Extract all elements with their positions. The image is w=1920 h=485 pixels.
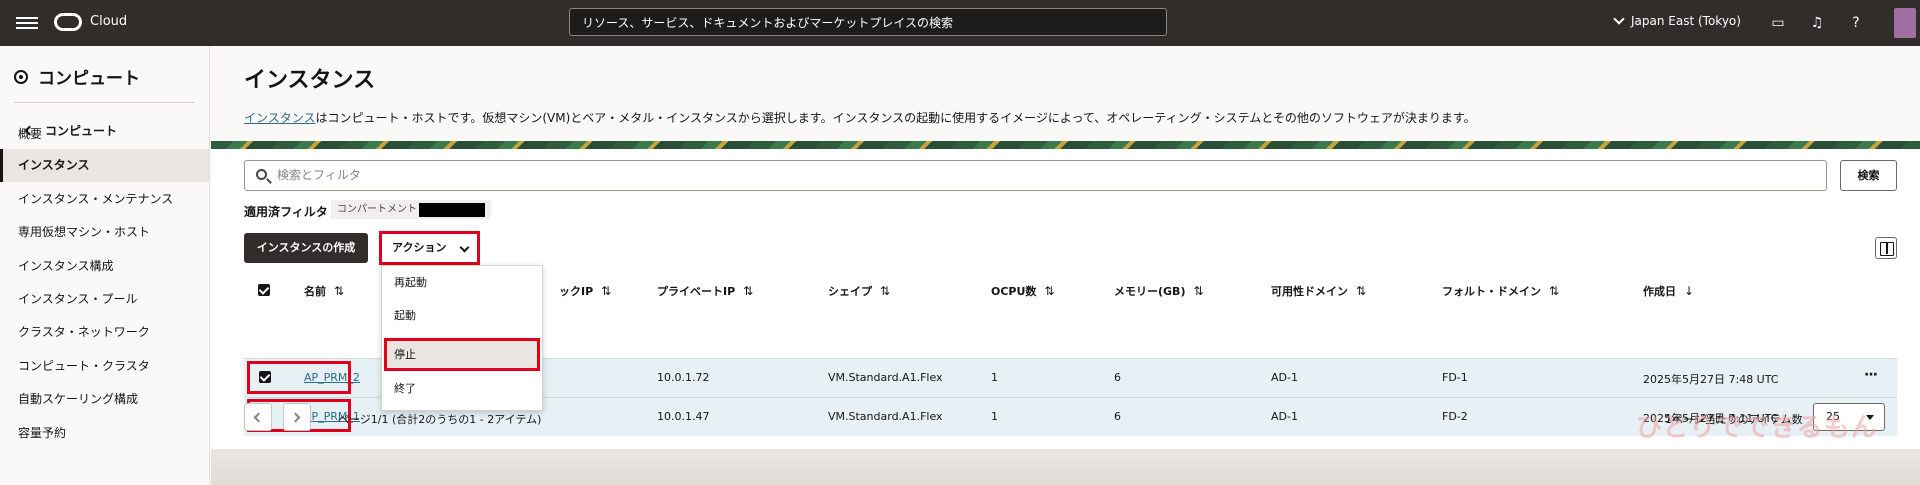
sort-icon: ⇅ <box>334 284 345 298</box>
compartment-chip-label: コンパートメント <box>337 204 417 215</box>
sort-descending-icon: ↓ <box>1684 284 1695 298</box>
region-selector[interactable]: Japan East (Tokyo) <box>1613 13 1741 28</box>
hamburger-menu-icon[interactable] <box>16 14 38 32</box>
sidebar-divider <box>14 102 195 103</box>
sidebar-item-dedicated-vm-hosts[interactable]: 専用仮想マシン・ホスト <box>0 216 209 249</box>
created-cell: 2025年5月27日 7:48 UTC <box>1643 373 1779 386</box>
global-search-input[interactable]: リソース、サービス、ドキュメントおよびマーケットプレイスの検索 <box>569 8 1167 36</box>
shape-cell: VM.Standard.A1.Flex <box>828 410 943 423</box>
highlight-box-row-1 <box>247 361 351 394</box>
search-button[interactable]: 検索 <box>1840 160 1897 191</box>
ocpu-cell: 1 <box>991 410 998 423</box>
menu-item-reboot[interactable]: 再起動 <box>382 266 542 299</box>
chevron-right-icon <box>290 412 301 423</box>
column-header-created[interactable]: 作成日 ↓ <box>1643 283 1694 299</box>
sidebar-item-cluster-networks[interactable]: クラスタ・ネットワーク <box>0 316 209 349</box>
search-filter-placeholder: 検索とフィルタ <box>277 168 361 182</box>
brand-label: Cloud <box>90 14 128 29</box>
private-ip-cell: 10.0.1.47 <box>657 410 710 423</box>
fault-domain-cell: FD-2 <box>1442 410 1468 423</box>
bell-icon[interactable]: ♫ <box>1807 13 1827 33</box>
memory-cell: 6 <box>1114 371 1121 384</box>
availability-domain-cell: AD-1 <box>1271 410 1298 423</box>
sidebar-item-autoscaling[interactable]: 自動スケーリング構成 <box>0 383 209 416</box>
menu-item-start[interactable]: 起動 <box>382 299 542 332</box>
sort-icon: ⇅ <box>743 284 754 298</box>
column-header-private-ip[interactable]: プライベートIP ⇅ <box>657 283 753 299</box>
cloud-shell-icon[interactable]: ▭ <box>1768 13 1788 33</box>
column-header-memory[interactable]: メモリー(GB) ⇅ <box>1114 283 1204 299</box>
column-header-shape[interactable]: シェイプ ⇅ <box>828 283 890 299</box>
column-header-fault-domain[interactable]: フォルト・ドメイン ⇅ <box>1442 283 1559 299</box>
decorative-footer <box>211 449 1920 485</box>
column-header-label: 作成日 <box>1643 285 1676 298</box>
actions-menu: 再起動 起動 停止 終了 <box>381 265 543 411</box>
sidebar-item-capacity-reservations[interactable]: 容量予約 <box>0 417 209 450</box>
page-title: インスタンス <box>244 68 376 93</box>
column-header-ocpu[interactable]: OCPU数 ⇅ <box>991 283 1054 299</box>
help-icon[interactable]: ? <box>1846 13 1866 33</box>
column-header-label: フォルト・ドメイン <box>1442 285 1541 298</box>
availability-domain-cell: AD-1 <box>1271 371 1298 384</box>
column-header-label: シェイプ <box>828 285 872 298</box>
column-header-label: OCPU数 <box>991 285 1037 298</box>
menu-item-stop[interactable]: 停止 <box>384 338 540 371</box>
applied-filters-label: 適用済フィルタ <box>244 205 328 219</box>
chevron-down-icon <box>459 242 470 253</box>
sidebar-item-overview[interactable]: 概要 <box>0 118 209 151</box>
column-header-label: メモリー(GB) <box>1114 285 1186 298</box>
instances-doc-link[interactable]: インスタンス <box>244 111 316 125</box>
ocpu-cell: 1 <box>991 371 998 384</box>
column-header-label: 名前 <box>304 285 326 298</box>
sort-icon: ⇅ <box>601 284 612 298</box>
search-filter-input[interactable]: 検索とフィルタ <box>244 160 1827 191</box>
sort-icon: ⇅ <box>880 284 891 298</box>
column-settings-icon[interactable] <box>1875 237 1897 259</box>
shape-cell: VM.Standard.A1.Flex <box>828 371 943 384</box>
memory-cell: 6 <box>1114 410 1121 423</box>
actions-dropdown-button[interactable]: アクション <box>379 231 480 265</box>
actions-label: アクション <box>392 241 447 254</box>
description-text: はコンピュート・ホストです。仮想マシン(VM)とベア・メタル・インスタンスから選… <box>315 111 1476 125</box>
sidebar: コンピュート コンピュート 概要 インスタンス インスタンス・メンテナンス 専用… <box>0 46 210 485</box>
more-actions-icon[interactable]: ··· <box>1864 367 1878 383</box>
create-instance-button[interactable]: インスタンスの作成 <box>244 233 368 263</box>
column-header-label: プライベートIP <box>657 285 736 298</box>
search-icon <box>256 169 267 180</box>
next-page-button[interactable] <box>283 403 311 431</box>
oracle-logo-icon[interactable] <box>54 13 82 31</box>
sidebar-item-instance-maintenance[interactable]: インスタンス・メンテナンス <box>0 183 209 216</box>
column-header-public-ip[interactable]: ックIP ⇅ <box>559 283 611 299</box>
fault-domain-cell: FD-1 <box>1442 371 1468 384</box>
top-navigation-bar: Cloud リソース、サービス、ドキュメントおよびマーケットプレイスの検索 Ja… <box>0 0 1920 46</box>
column-header-label: ックIP <box>559 285 594 298</box>
column-header-name[interactable]: 名前 ⇅ <box>304 283 344 299</box>
chevron-down-icon <box>1613 13 1625 25</box>
sidebar-title: コンピュート <box>14 64 140 89</box>
private-ip-cell: 10.0.1.72 <box>657 371 710 384</box>
sort-icon: ⇅ <box>1549 284 1560 298</box>
region-label: Japan East (Tokyo) <box>1631 14 1741 28</box>
watermark-logo: ひとりでできるもん <box>1636 413 1878 443</box>
sidebar-item-compute-clusters[interactable]: コンピュート・クラスタ <box>0 350 209 383</box>
chevron-left-icon <box>253 412 264 423</box>
previous-page-button[interactable] <box>244 403 272 431</box>
redacted-compartment-name <box>419 202 485 217</box>
pagination-summary: ページ1/1 (合計2のうちの1 - 2アイテム) <box>338 413 542 426</box>
sort-icon: ⇅ <box>1044 284 1055 298</box>
page-description: インスタンスはコンピュート・ホストです。仮想マシン(VM)とベア・メタル・インス… <box>244 109 1476 126</box>
sidebar-title-label: コンピュート <box>38 69 140 89</box>
gear-icon <box>14 69 28 84</box>
sidebar-item-instances[interactable]: インスタンス <box>0 149 209 182</box>
sidebar-item-instance-pools[interactable]: インスタンス・プール <box>0 283 209 316</box>
sort-icon: ⇅ <box>1356 284 1367 298</box>
column-header-availability-domain[interactable]: 可用性ドメイン ⇅ <box>1271 283 1366 299</box>
sidebar-item-instance-configurations[interactable]: インスタンス構成 <box>0 250 209 283</box>
column-header-label: 可用性ドメイン <box>1271 285 1348 298</box>
select-all-checkbox[interactable] <box>258 284 270 296</box>
compartment-filter-chip[interactable]: コンパートメント <box>331 200 491 219</box>
menu-item-terminate[interactable]: 終了 <box>382 372 542 405</box>
avatar[interactable] <box>1894 8 1916 38</box>
sort-icon: ⇅ <box>1193 284 1204 298</box>
